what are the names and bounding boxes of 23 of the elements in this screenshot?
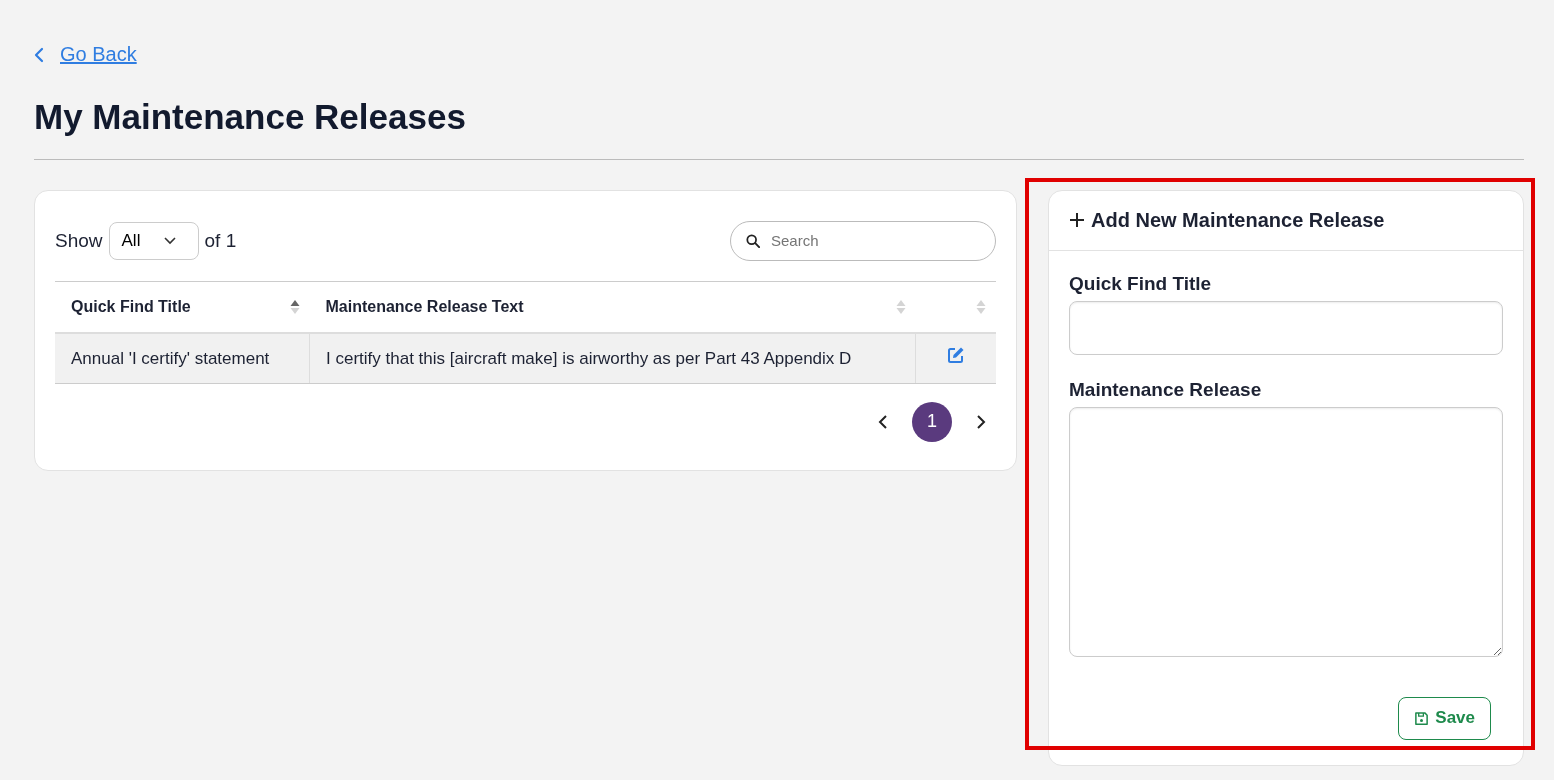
next-page-button[interactable]	[976, 413, 986, 430]
search-field[interactable]: Search	[730, 220, 996, 261]
show-label: Show	[55, 229, 103, 252]
page-button[interactable]: 1	[912, 401, 952, 442]
search-icon	[746, 233, 760, 248]
page-title: My Maintenance Releases	[34, 96, 467, 137]
form-title: Add New Maintenance Release	[1091, 208, 1385, 232]
go-back-link[interactable]: Go Back	[34, 43, 137, 66]
page-count-label: of 1	[204, 229, 237, 252]
column-header[interactable]: Quick Find Title	[55, 281, 310, 333]
plus-icon	[1069, 212, 1085, 228]
previous-page-button[interactable]	[878, 413, 888, 430]
table-cell: I certify that this [aircraft make] is airworthy as per Part 43 Appendix D	[309, 332, 916, 383]
page-size-select[interactable]: All	[108, 221, 199, 260]
table-cell: Annual 'I certify' statement	[55, 332, 310, 383]
save-button[interactable]: Save	[1398, 696, 1491, 740]
column-header[interactable]: Maintenance Release Text	[309, 281, 916, 333]
chevron-down-icon	[164, 236, 177, 245]
edit-icon[interactable]	[947, 345, 965, 364]
field-label: Maintenance Release	[1069, 378, 1263, 401]
field-label: Quick Find Title	[1069, 272, 1213, 295]
input-field[interactable]	[1069, 300, 1503, 355]
chevron-left-icon	[34, 46, 44, 63]
